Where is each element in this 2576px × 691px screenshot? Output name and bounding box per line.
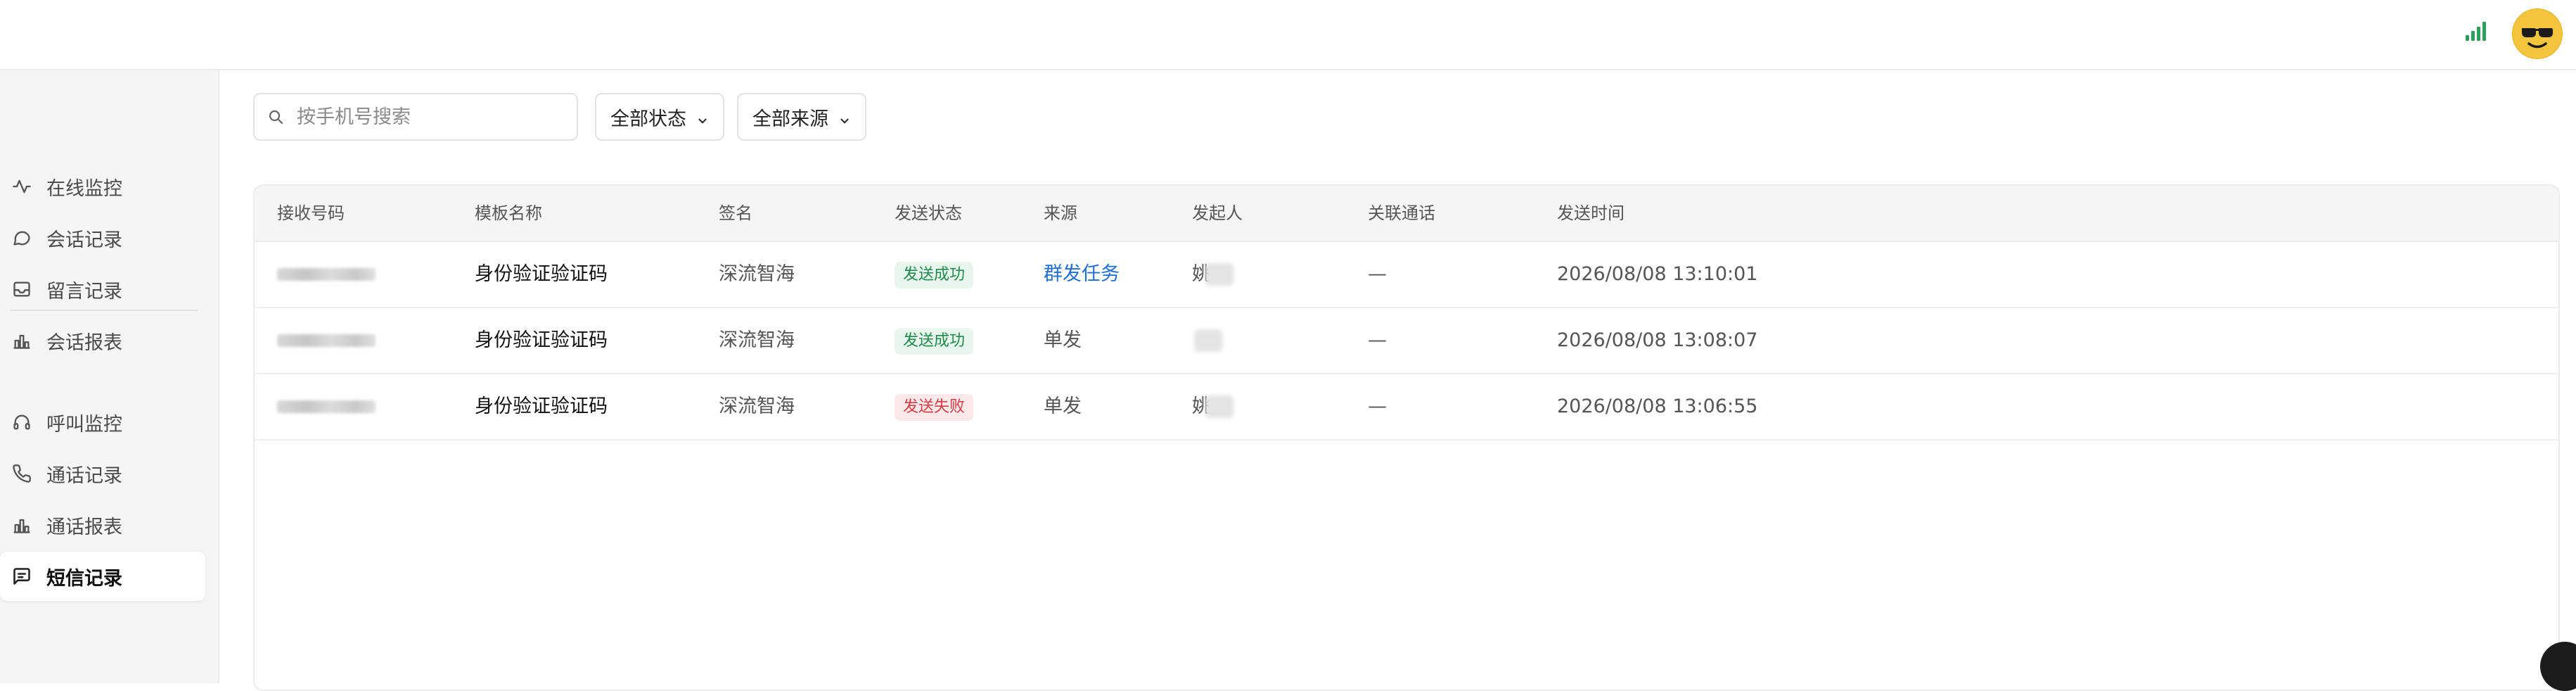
related-call: — <box>1368 263 1387 285</box>
column-header[interactable]: 发送时间 <box>1557 186 1625 241</box>
sidebar-item-chat-records[interactable]: 会话记录 <box>0 213 205 262</box>
sidebar-item-call-monitor[interactable]: 呼叫监控 <box>0 398 205 447</box>
initiator-redacted <box>1205 395 1233 418</box>
source-filter-value: 全部来源 <box>752 108 828 130</box>
phone-number-redacted <box>277 400 376 413</box>
signal-bars-icon <box>2466 21 2487 41</box>
table-row[interactable]: 身份验证验证码 深流智海 发送成功 群发任务 姚 — 2026/08/08 13… <box>255 242 2558 308</box>
sidebar-item-chat-reports[interactable]: 会话报表 <box>0 316 205 365</box>
sidebar-item-call-records[interactable]: 通话记录 <box>0 449 205 498</box>
signature: 深流智海 <box>719 395 795 417</box>
inbox-icon <box>11 279 32 300</box>
sidebar-divider <box>10 310 198 311</box>
search-input[interactable] <box>295 105 565 129</box>
related-call: — <box>1368 395 1387 417</box>
column-header[interactable]: 接收号码 <box>277 186 345 241</box>
column-header[interactable]: 关联通话 <box>1368 186 1435 241</box>
search-icon <box>267 108 284 125</box>
status-badge: 发送失败 <box>895 394 974 421</box>
column-header[interactable]: 发起人 <box>1192 186 1243 241</box>
initiator-redacted <box>1194 329 1222 352</box>
status-filter-value: 全部状态 <box>610 108 686 130</box>
sms-records-table: 接收号码 模板名称 签名 发送状态 来源 发起人 关联通话 发送时间 身份验证验… <box>253 184 2560 691</box>
send-time: 2026/08/08 13:06:55 <box>1557 395 1758 417</box>
table-row[interactable]: 身份验证验证码 深流智海 发送成功 单发 — 2026/08/08 13:08:… <box>255 308 2558 374</box>
sidebar-item-label: 短信记录 <box>46 567 122 590</box>
message-square-icon <box>11 566 32 587</box>
template-name: 身份验证验证码 <box>475 329 608 351</box>
table-header: 接收号码 模板名称 签名 发送状态 来源 发起人 关联通话 发送时间 <box>255 186 2558 242</box>
sidebar-item-label: 通话报表 <box>46 516 122 538</box>
bar-chart-icon <box>11 330 32 351</box>
sidebar-item-call-reports[interactable]: 通话报表 <box>0 500 205 550</box>
phone-number-redacted <box>277 268 376 281</box>
phone-icon <box>11 463 32 484</box>
sidebar-item-label: 会话报表 <box>46 331 122 354</box>
sidebar-item-label: 在线监控 <box>46 177 122 200</box>
chevron-down-icon <box>696 110 709 124</box>
source: 单发 <box>1044 395 1082 417</box>
signature: 深流智海 <box>719 329 795 351</box>
template-name: 身份验证验证码 <box>475 395 608 417</box>
source-filter-dropdown[interactable]: 全部来源 <box>737 93 866 141</box>
phone-number-redacted <box>277 334 376 347</box>
sidebar-item-message-records[interactable]: 留言记录 <box>0 265 205 314</box>
sidebar-item-label: 会话记录 <box>46 229 122 251</box>
bar-chart-icon <box>11 514 32 535</box>
chevron-down-icon <box>838 110 851 124</box>
activity-icon <box>11 176 32 197</box>
chat-bubble-icon <box>11 227 32 248</box>
headset-icon <box>11 412 32 433</box>
column-header[interactable]: 模板名称 <box>475 186 542 241</box>
table-row[interactable]: 身份验证验证码 深流智海 发送失败 单发 姚 — 2026/08/08 13:0… <box>255 374 2558 440</box>
sidebar-item-sms-records[interactable]: 短信记录 <box>0 552 205 601</box>
sidebar-item-label: 通话记录 <box>46 464 122 487</box>
status-badge: 发送成功 <box>895 262 974 289</box>
related-call: — <box>1368 329 1387 351</box>
send-time: 2026/08/08 13:10:01 <box>1557 263 1758 285</box>
sidebar-item-label: 呼叫监控 <box>46 413 122 436</box>
column-header[interactable]: 签名 <box>719 186 752 241</box>
status-filter-dropdown[interactable]: 全部状态 <box>595 93 724 141</box>
phone-search-box[interactable] <box>253 93 578 141</box>
sidebar: 在线监控 会话记录 留言记录 会话报表 呼叫监控 通话记录 通话报表 短信记录 <box>0 70 219 683</box>
sidebar-item-online-monitor[interactable]: 在线监控 <box>0 162 205 211</box>
top-bar <box>0 0 2576 70</box>
status-badge: 发送成功 <box>895 328 974 355</box>
template-name: 身份验证验证码 <box>475 263 608 285</box>
signature: 深流智海 <box>719 263 795 285</box>
source: 单发 <box>1044 329 1082 351</box>
column-header[interactable]: 来源 <box>1044 186 1077 241</box>
send-time: 2026/08/08 13:08:07 <box>1557 329 1758 351</box>
sidebar-item-label: 留言记录 <box>46 280 122 303</box>
source-link[interactable]: 群发任务 <box>1044 242 1120 307</box>
column-header[interactable]: 发送状态 <box>895 186 962 241</box>
avatar[interactable] <box>2512 8 2563 59</box>
initiator-redacted <box>1205 263 1233 286</box>
